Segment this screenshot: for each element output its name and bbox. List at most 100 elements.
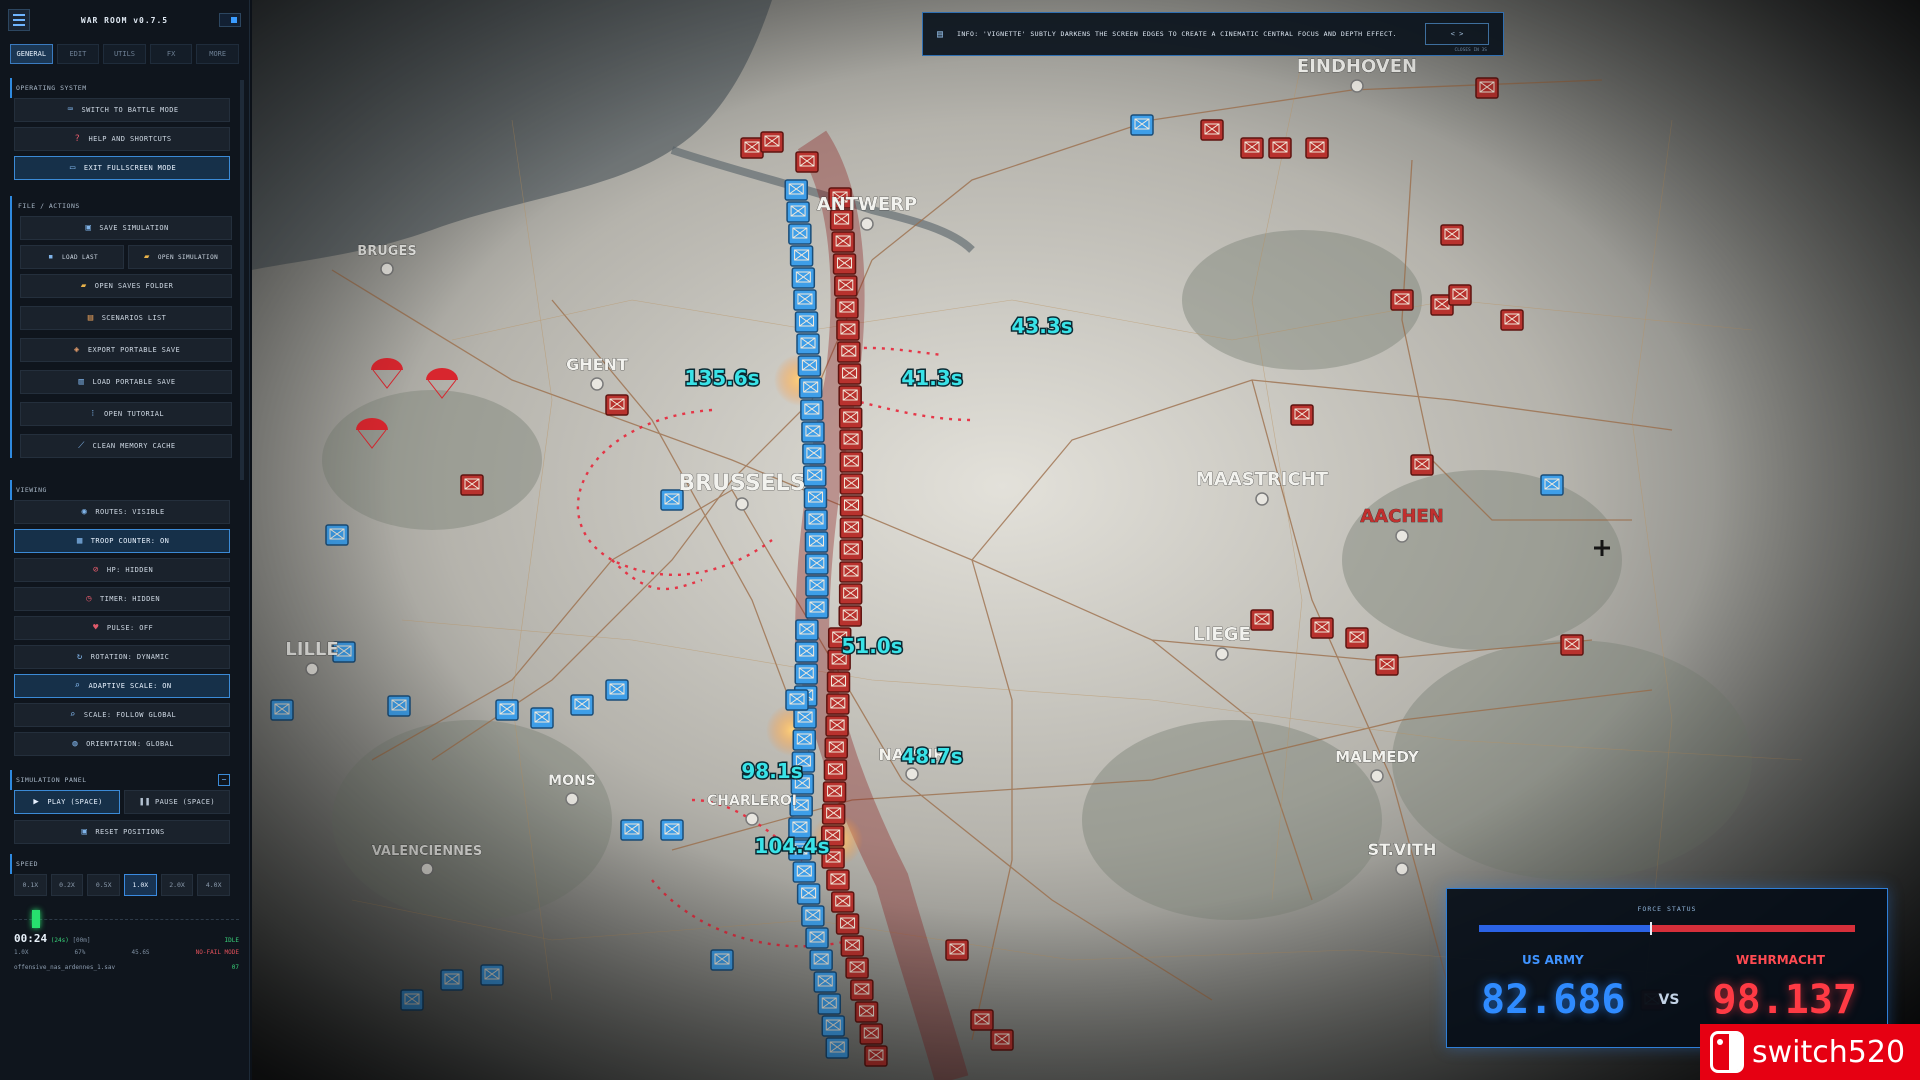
us-unit-counter[interactable] bbox=[809, 949, 833, 971]
us-unit-counter[interactable] bbox=[788, 223, 812, 245]
de-unit-counter[interactable] bbox=[831, 231, 855, 253]
speed-option[interactable]: 2.0X bbox=[160, 874, 194, 896]
de-unit-counter[interactable] bbox=[826, 671, 851, 693]
tab-edit[interactable]: EDIT bbox=[56, 44, 100, 64]
us-unit-counter[interactable] bbox=[800, 399, 824, 421]
de-unit-counter[interactable] bbox=[838, 407, 863, 429]
us-unit-counter[interactable] bbox=[821, 1015, 846, 1037]
us-unit-counter[interactable] bbox=[792, 729, 817, 751]
us-unit-counter[interactable] bbox=[797, 355, 822, 377]
us-unit-counter[interactable] bbox=[660, 819, 684, 841]
de-unit-counter[interactable] bbox=[1305, 137, 1329, 159]
de-unit-counter[interactable] bbox=[1200, 119, 1224, 141]
info-banner-button[interactable]: < > bbox=[1425, 23, 1489, 45]
de-unit-counter[interactable] bbox=[830, 891, 855, 913]
us-unit-counter[interactable] bbox=[710, 949, 734, 971]
de-unit-counter[interactable] bbox=[838, 605, 862, 627]
load-portable-save-button[interactable]: ▥ LOAD PORTABLE SAVE bbox=[20, 370, 232, 394]
de-unit-counter[interactable] bbox=[1500, 309, 1524, 331]
de-unit-counter[interactable] bbox=[1475, 77, 1499, 99]
us-unit-counter[interactable] bbox=[791, 267, 816, 289]
us-unit-counter[interactable] bbox=[786, 201, 810, 223]
de-unit-counter[interactable] bbox=[839, 495, 864, 517]
us-unit-counter[interactable] bbox=[801, 905, 825, 927]
us-unit-counter[interactable] bbox=[794, 663, 818, 685]
collapse-icon[interactable]: − bbox=[218, 774, 230, 786]
de-unit-counter[interactable] bbox=[835, 297, 859, 319]
us-unit-counter[interactable] bbox=[795, 619, 819, 641]
us-unit-counter[interactable] bbox=[387, 695, 411, 717]
us-unit-counter[interactable] bbox=[796, 333, 820, 355]
adaptive-scale-toggle[interactable]: ⌕ ADAPTIVE SCALE: ON bbox=[14, 674, 230, 698]
tab-more[interactable]: MORE bbox=[196, 44, 239, 64]
us-unit-counter[interactable] bbox=[1130, 114, 1154, 136]
us-unit-counter[interactable] bbox=[805, 553, 829, 575]
us-unit-counter[interactable] bbox=[804, 509, 828, 531]
us-unit-counter[interactable] bbox=[325, 524, 349, 546]
de-unit-counter[interactable] bbox=[1268, 137, 1292, 159]
de-unit-counter[interactable] bbox=[821, 803, 846, 825]
open-simulation-button[interactable]: ▰ OPEN SIMULATION bbox=[128, 245, 232, 269]
us-unit-counter[interactable] bbox=[825, 1037, 850, 1059]
us-unit-counter[interactable] bbox=[620, 819, 644, 841]
de-unit-counter[interactable] bbox=[760, 131, 784, 153]
de-unit-counter[interactable] bbox=[1448, 284, 1472, 306]
scale-toggle[interactable]: ⌕ SCALE: FOLLOW GLOBAL bbox=[14, 703, 230, 727]
us-unit-counter[interactable] bbox=[1540, 474, 1564, 496]
de-unit-counter[interactable] bbox=[859, 1023, 884, 1045]
us-unit-counter[interactable] bbox=[440, 969, 464, 991]
speed-option[interactable]: 4.0X bbox=[197, 874, 231, 896]
switch-battle-mode-button[interactable]: ⌨ SWITCH TO BATTLE MODE bbox=[14, 98, 230, 122]
us-unit-counter[interactable] bbox=[789, 245, 814, 267]
de-unit-counter[interactable] bbox=[824, 737, 849, 759]
speed-option[interactable]: 0.1X bbox=[14, 874, 47, 896]
us-unit-counter[interactable] bbox=[813, 971, 837, 993]
open-saves-folder-button[interactable]: ▰ OPEN SAVES FOLDER bbox=[20, 274, 232, 298]
orientation-toggle[interactable]: ◍ ORIENTATION: GLOBAL bbox=[14, 732, 230, 756]
us-unit-counter[interactable] bbox=[798, 377, 823, 399]
hp-toggle[interactable]: ⊘ HP: HIDDEN bbox=[14, 558, 230, 582]
us-unit-counter[interactable] bbox=[801, 421, 825, 443]
de-unit-counter[interactable] bbox=[1410, 454, 1434, 476]
us-unit-counter[interactable] bbox=[805, 597, 829, 619]
open-tutorial-button[interactable]: ⁝ OPEN TUTORIAL bbox=[20, 402, 232, 426]
us-unit-counter[interactable] bbox=[785, 689, 809, 711]
de-unit-counter[interactable] bbox=[854, 1001, 879, 1023]
de-unit-counter[interactable] bbox=[839, 451, 864, 473]
us-unit-counter[interactable] bbox=[270, 699, 294, 721]
de-unit-counter[interactable] bbox=[945, 939, 969, 961]
rotation-toggle[interactable]: ↻ ROTATION: DYNAMIC bbox=[14, 645, 230, 669]
de-unit-counter[interactable] bbox=[990, 1029, 1014, 1051]
de-unit-counter[interactable] bbox=[740, 137, 764, 159]
de-unit-counter[interactable] bbox=[832, 253, 857, 275]
de-unit-counter[interactable] bbox=[795, 151, 819, 173]
de-unit-counter[interactable] bbox=[839, 539, 864, 561]
menu-icon[interactable] bbox=[8, 9, 30, 31]
de-unit-counter[interactable] bbox=[839, 517, 864, 539]
us-unit-counter[interactable] bbox=[802, 443, 826, 465]
us-unit-counter[interactable] bbox=[803, 465, 827, 487]
de-unit-counter[interactable] bbox=[825, 715, 849, 737]
pulse-toggle[interactable]: ♥ PULSE: OFF bbox=[14, 616, 230, 640]
de-unit-counter[interactable] bbox=[822, 781, 847, 803]
troop-counter-toggle[interactable]: ▦ TROOP COUNTER: ON bbox=[14, 529, 230, 553]
routes-toggle[interactable]: ◉ ROUTES: VISIBLE bbox=[14, 500, 230, 524]
de-unit-counter[interactable] bbox=[605, 394, 629, 416]
panel-toggle-icon[interactable] bbox=[219, 13, 241, 27]
de-unit-counter[interactable] bbox=[834, 275, 858, 297]
us-unit-counter[interactable] bbox=[792, 861, 817, 883]
de-unit-counter[interactable] bbox=[840, 935, 865, 957]
battle-map[interactable]: EINDHOVEN ANTWERP BRUGES GHENT BRUSSELS MAAST… bbox=[252, 0, 1920, 1080]
us-unit-counter[interactable] bbox=[794, 641, 819, 663]
de-unit-counter[interactable] bbox=[837, 341, 861, 363]
de-unit-counter[interactable] bbox=[1390, 289, 1414, 311]
timer-toggle[interactable]: ◷ TIMER: HIDDEN bbox=[14, 587, 230, 611]
de-unit-counter[interactable] bbox=[1310, 617, 1334, 639]
timeline[interactable] bbox=[14, 910, 239, 928]
us-unit-counter[interactable] bbox=[796, 883, 821, 905]
de-unit-counter[interactable] bbox=[838, 385, 862, 407]
tab-utils[interactable]: UTILS bbox=[103, 44, 146, 64]
de-unit-counter[interactable] bbox=[826, 869, 850, 891]
de-unit-counter[interactable] bbox=[823, 759, 848, 781]
speed-option[interactable]: 0.5X bbox=[87, 874, 121, 896]
